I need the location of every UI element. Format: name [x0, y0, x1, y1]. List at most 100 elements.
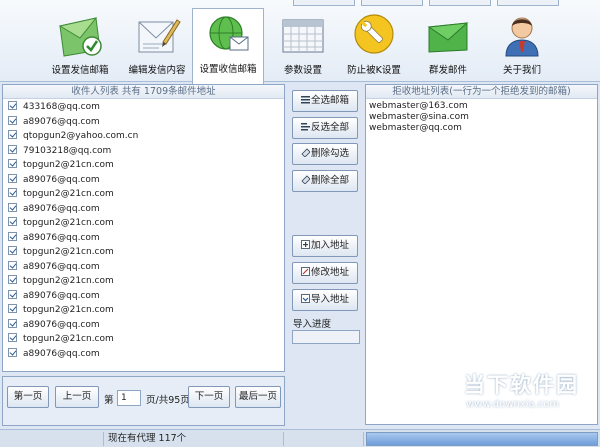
list-item[interactable]: a89076@qq.com	[3, 231, 284, 246]
wrench-icon	[350, 12, 398, 58]
list-item[interactable]: topgun2@21cn.com	[3, 158, 284, 173]
checkbox[interactable]	[8, 173, 17, 183]
list-icon	[300, 92, 310, 104]
top-tab-stub[interactable]	[429, 0, 491, 6]
tool-set-recipient-mailbox[interactable]: 设置收信邮箱	[192, 8, 264, 84]
next-page-button[interactable]: 下一页	[188, 386, 230, 408]
checkbox[interactable]	[8, 246, 17, 255]
last-page-button[interactable]: 最后一页	[235, 386, 281, 408]
email-address: topgun2@21cn.com	[23, 276, 114, 286]
top-tab-stub[interactable]	[361, 0, 423, 6]
reject-list-textarea[interactable]: webmaster@163.com webmaster@sina.com web…	[366, 99, 597, 134]
recipient-list-panel: 收件人列表 共有 1709条邮件地址 433168@qq.com a89076@…	[2, 84, 285, 372]
status-progress-bar	[366, 432, 598, 446]
globe-mail-icon	[204, 11, 252, 57]
envelope-check-icon	[56, 12, 104, 58]
watermark-title: 当下软件园	[464, 373, 579, 397]
checkbox[interactable]	[8, 260, 17, 270]
email-address: a89076@qq.com	[23, 290, 100, 301]
checkbox[interactable]	[8, 347, 17, 357]
list-item[interactable]: topgun2@21cn.com	[3, 332, 284, 347]
list-item[interactable]: a89076@qq.com	[3, 115, 284, 130]
checkbox[interactable]	[8, 202, 17, 212]
import-progress-label: 导入进度	[293, 319, 332, 330]
status-bar: 现在有代理 117个	[0, 429, 600, 447]
list-item[interactable]: topgun2@21cn.com	[3, 187, 284, 202]
checkbox[interactable]	[8, 217, 17, 226]
recipient-list-title: 收件人列表 共有 1709条邮件地址	[3, 85, 284, 99]
import-address-button[interactable]: 导入地址	[292, 289, 358, 311]
email-address: topgun2@21cn.com	[23, 189, 114, 199]
add-address-button[interactable]: 加入地址	[292, 235, 358, 257]
tool-label: 关于我们	[502, 65, 541, 76]
recipient-list[interactable]: 433168@qq.com a89076@qq.com qtopgun2@yah…	[3, 99, 284, 361]
checkbox[interactable]	[8, 318, 17, 328]
list-item[interactable]: 79103218@qq.com	[3, 144, 284, 159]
prev-page-button[interactable]: 上一页	[55, 386, 99, 408]
checkbox[interactable]	[8, 115, 17, 125]
list-icon	[300, 119, 310, 131]
email-address: topgun2@21cn.com	[23, 247, 114, 257]
select-all-button[interactable]: 全选邮箱	[292, 90, 358, 112]
top-tab-stub[interactable]	[497, 0, 559, 6]
list-item[interactable]: topgun2@21cn.com	[3, 274, 284, 289]
list-item[interactable]: a89076@qq.com	[3, 202, 284, 217]
list-item[interactable]: a89076@qq.com	[3, 318, 284, 333]
watermark-url: www.downxia.com	[466, 399, 560, 410]
email-address: topgun2@21cn.com	[23, 160, 114, 170]
checkbox[interactable]	[8, 304, 17, 313]
tool-label: 参数设置	[283, 65, 322, 76]
list-item[interactable]: a89076@qq.com	[3, 289, 284, 304]
list-item[interactable]: a89076@qq.com	[3, 173, 284, 188]
checkbox[interactable]	[8, 101, 17, 110]
tool-about-us[interactable]: 关于我们	[482, 10, 562, 80]
edit-icon	[301, 264, 310, 276]
add-icon	[301, 237, 310, 249]
watermark-logo: 当下软件园 www.downxia.com	[420, 365, 598, 423]
email-address: a89076@qq.com	[23, 348, 100, 359]
tool-label: 防止被K设置	[347, 65, 401, 76]
list-item[interactable]: topgun2@21cn.com	[3, 303, 284, 318]
import-icon	[301, 291, 310, 303]
checkbox[interactable]	[8, 130, 17, 139]
proxy-status: 现在有代理 117个	[104, 432, 284, 446]
button-label: 反选全部	[310, 122, 349, 133]
green-envelope-icon	[424, 12, 472, 58]
calendar-grid-icon	[279, 12, 327, 58]
list-item[interactable]: 433168@qq.com	[3, 100, 284, 115]
list-item[interactable]: topgun2@21cn.com	[3, 245, 284, 260]
status-segment	[284, 432, 364, 446]
checkbox[interactable]	[8, 231, 17, 241]
tool-anti-block-settings[interactable]: 防止被K设置	[334, 10, 414, 80]
invert-select-button[interactable]: 反选全部	[292, 117, 358, 139]
tool-parameter-settings[interactable]: 参数设置	[263, 10, 343, 80]
list-item[interactable]: a89076@qq.com	[3, 347, 284, 362]
checkbox[interactable]	[8, 289, 17, 299]
list-item[interactable]: qtopgun2@yahoo.com.cn	[3, 129, 284, 144]
list-item[interactable]: topgun2@21cn.com	[3, 216, 284, 231]
eraser-icon	[301, 145, 311, 158]
tool-edit-content[interactable]: 编辑发信内容	[117, 10, 197, 80]
tool-set-sender-mailbox[interactable]: 设置发信邮箱	[40, 10, 120, 80]
status-segment	[2, 432, 104, 446]
reject-address: webmaster@sina.com	[369, 112, 469, 122]
email-address: 433168@qq.com	[23, 102, 100, 112]
delete-checked-button[interactable]: 删除勾选	[292, 143, 358, 165]
import-progress-bar	[292, 330, 360, 344]
eraser-icon	[301, 172, 311, 185]
edit-address-button[interactable]: 修改地址	[292, 262, 358, 284]
list-item[interactable]: a89076@qq.com	[3, 260, 284, 275]
first-page-button[interactable]: 第一页	[7, 386, 49, 408]
email-address: a89076@qq.com	[23, 116, 100, 127]
checkbox[interactable]	[8, 144, 17, 154]
reject-list-title: 拒收地址列表(一行为一个拒绝发到的邮箱)	[366, 85, 597, 99]
checkbox[interactable]	[8, 333, 17, 342]
delete-all-button[interactable]: 删除全部	[292, 170, 358, 192]
tool-bulk-send[interactable]: 群发邮件	[408, 10, 488, 80]
top-tab-stub[interactable]	[293, 0, 355, 6]
page-prefix: 第	[104, 395, 114, 406]
checkbox[interactable]	[8, 188, 17, 197]
checkbox[interactable]	[8, 275, 17, 284]
page-number-input[interactable]: 1	[117, 390, 141, 406]
checkbox[interactable]	[8, 159, 17, 168]
